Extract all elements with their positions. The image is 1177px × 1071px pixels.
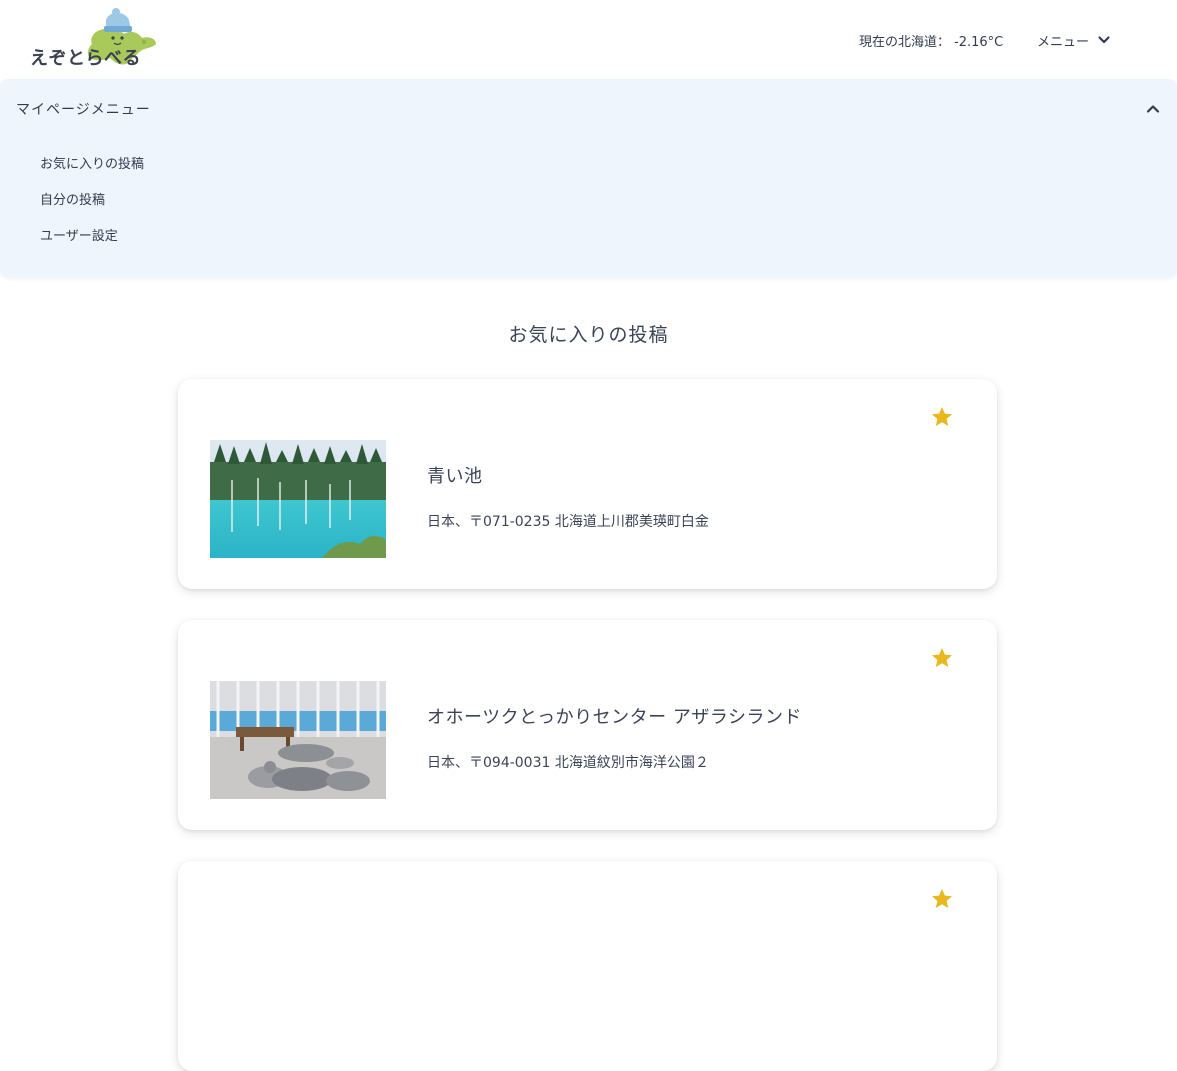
- favorite-star-icon[interactable]: [930, 405, 954, 429]
- chevron-up-icon[interactable]: [1145, 101, 1161, 117]
- temperature-label: 現在の北海道：: [859, 35, 951, 50]
- post-card[interactable]: オホーツクとっかりセンター アザラシランド 日本、〒094-0031 北海道紋別…: [178, 620, 997, 830]
- menu-dropdown-button[interactable]: メニュー: [1037, 29, 1111, 51]
- chevron-down-icon: [1097, 33, 1111, 47]
- post-thumbnail[interactable]: [210, 440, 386, 558]
- post-card[interactable]: [178, 861, 997, 1071]
- mypage-menu-panel: マイページメニュー お気に入りの投稿 自分の投稿 ユーザー設定: [0, 79, 1177, 277]
- favorite-star-icon[interactable]: [930, 646, 954, 670]
- header: えぞとらべる 現在の北海道： -2.16°C メニュー: [0, 0, 1177, 80]
- post-title[interactable]: オホーツクとっかりセンター アザラシランド: [427, 703, 802, 729]
- menu-label: メニュー: [1037, 34, 1090, 50]
- post-address: 日本、〒071-0235 北海道上川郡美瑛町白金: [427, 514, 709, 530]
- logo-text: えぞとらべる: [30, 48, 141, 69]
- mypage-item-user-settings[interactable]: ユーザー設定: [40, 227, 144, 263]
- mypage-item-favorites[interactable]: お気に入りの投稿: [40, 155, 144, 191]
- temperature-value: -2.16°C: [954, 35, 1004, 50]
- post-address: 日本、〒094-0031 北海道紋別市海洋公園２: [427, 755, 709, 771]
- mypage-menu-list: お気に入りの投稿 自分の投稿 ユーザー設定: [40, 155, 144, 263]
- post-thumbnail[interactable]: [210, 681, 386, 799]
- mypage-item-my-posts[interactable]: 自分の投稿: [40, 191, 144, 227]
- post-title[interactable]: 青い池: [427, 462, 483, 488]
- weather-temperature: 現在の北海道： -2.16°C: [859, 31, 1003, 50]
- page-title: お気に入りの投稿: [508, 324, 669, 346]
- mypage-menu-title[interactable]: マイページメニュー: [16, 99, 151, 119]
- site-logo[interactable]: えぞとらべる: [26, 8, 161, 72]
- post-card[interactable]: 青い池 日本、〒071-0235 北海道上川郡美瑛町白金: [178, 379, 997, 589]
- favorite-star-icon[interactable]: [930, 887, 954, 911]
